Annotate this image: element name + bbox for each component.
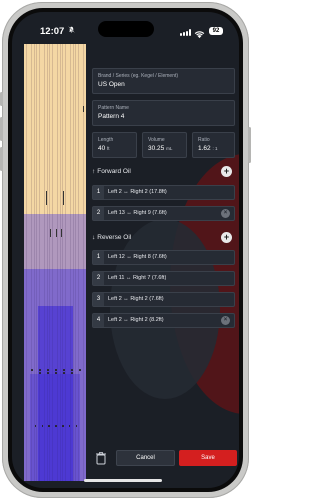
reverse-oil-row[interactable]: 1 Left 12 ↔ Right 8 (7.6ft) (92, 250, 235, 265)
plus-icon: + (223, 232, 230, 242)
wifi-icon (194, 26, 205, 44)
close-icon[interactable]: × (221, 209, 230, 218)
lane-mark (46, 191, 47, 205)
lane-mark (83, 106, 84, 112)
volume-value: 30.25 (148, 145, 165, 152)
status-bar: 12:07 92 (12, 12, 239, 44)
volume-up-button (0, 117, 3, 141)
cancel-button[interactable]: Cancel (116, 450, 175, 466)
brand-series-field[interactable]: Brand / Series (eg. Kegel / Element) US … (92, 68, 235, 94)
row-text: Left 2 ↔ Right 2 (17.8ft) (108, 189, 167, 195)
action-button (0, 92, 3, 106)
row-text: Left 2 ↔ Right 2 (8.2ft) (108, 317, 164, 323)
reverse-oil-row[interactable]: 3 Left 2 ↔ Right 2 (7.6ft) (92, 292, 235, 307)
brand-series-value: US Open (98, 81, 125, 88)
length-value-wrap: 40 ft (98, 145, 110, 152)
screen: 12:07 92 Brand / Series (eg. Kegel / Ele… (12, 12, 239, 488)
pattern-name-field[interactable]: Pattern Name Pattern 4 (92, 100, 235, 126)
length-label: Length (98, 137, 114, 143)
lane-mark (56, 229, 57, 237)
row-text: Left 11 ↔ Right 7 (7.6ft) (108, 275, 167, 281)
ratio-unit: : 1 (212, 146, 218, 151)
length-field[interactable]: Length 40 ft (92, 132, 137, 158)
save-button[interactable]: Save (179, 450, 237, 466)
ratio-field[interactable]: Ratio 1.62 : 1 (192, 132, 235, 158)
forward-oil-title: ↑ Forward Oil (92, 168, 131, 175)
home-indicator[interactable] (84, 479, 162, 482)
row-number: 2 (93, 207, 104, 220)
add-forward-oil-button[interactable]: + (221, 166, 232, 177)
lane-mark (63, 191, 64, 205)
lane-mark (50, 229, 51, 237)
battery-indicator: 92 (209, 27, 223, 35)
ratio-value: 1.62 (198, 145, 211, 152)
forward-oil-row[interactable]: 2 Left 13 ↔ Right 9 (7.6ft) × (92, 206, 235, 221)
dynamic-island (98, 21, 154, 37)
lane-arrows (28, 369, 84, 371)
reverse-oil-row[interactable]: 4 Left 2 ↔ Right 2 (8.2ft) × (92, 313, 235, 328)
row-text: Left 13 ↔ Right 9 (7.6ft) (108, 210, 167, 216)
lane-dots (32, 425, 80, 427)
plus-icon: + (223, 166, 230, 176)
close-icon[interactable]: × (221, 316, 230, 325)
add-reverse-oil-button[interactable]: + (221, 232, 232, 243)
ratio-value-wrap: 1.62 : 1 (198, 145, 217, 152)
reverse-oil-row[interactable]: 2 Left 11 ↔ Right 7 (7.6ft) (92, 271, 235, 286)
length-value: 40 (98, 145, 106, 152)
pattern-form: Brand / Series (eg. Kegel / Element) US … (90, 44, 239, 488)
trash-icon (96, 452, 106, 465)
row-number: 2 (93, 272, 104, 285)
lane-mark (61, 229, 62, 237)
phone-frame: 12:07 92 Brand / Series (eg. Kegel / Ele… (0, 2, 251, 498)
reverse-oil-title: ↓ Reverse Oil (92, 234, 131, 241)
reverse-oil-label: Reverse Oil (97, 234, 132, 241)
arrow-down-icon: ↓ (92, 234, 96, 241)
length-unit: ft (107, 146, 110, 151)
ratio-label: Ratio (198, 137, 210, 143)
bell-icon (68, 26, 75, 35)
row-number: 3 (93, 293, 104, 306)
brand-series-label: Brand / Series (eg. Kegel / Element) (98, 73, 179, 79)
volume-unit: mL (166, 146, 173, 151)
background-art (110, 219, 220, 399)
row-number: 1 (93, 186, 104, 199)
volume-value-wrap: 30.25 mL (148, 145, 172, 152)
pattern-name-label: Pattern Name (98, 105, 129, 111)
status-time: 12:07 (40, 26, 65, 37)
power-button (248, 127, 251, 163)
phone-bezel: 12:07 92 Brand / Series (eg. Kegel / Ele… (8, 8, 243, 492)
signal-icon (180, 29, 191, 36)
volume-down-button (0, 147, 3, 171)
forward-oil-row[interactable]: 1 Left 2 ↔ Right 2 (17.8ft) (92, 185, 235, 200)
row-number: 4 (93, 314, 104, 327)
arrow-up-icon: ↑ (92, 168, 96, 175)
pattern-name-value: Pattern 4 (98, 113, 125, 120)
volume-label: Volume (148, 137, 165, 143)
row-text: Left 2 ↔ Right 2 (7.6ft) (108, 296, 164, 302)
forward-oil-label: Forward Oil (97, 168, 131, 175)
lane-arrows (36, 372, 76, 374)
row-text: Left 12 ↔ Right 8 (7.6ft) (108, 254, 167, 260)
row-number: 1 (93, 251, 104, 264)
lane-board-lines (24, 44, 86, 481)
lane-oil-graphic (24, 44, 86, 481)
delete-pattern-button[interactable] (93, 450, 109, 466)
volume-field[interactable]: Volume 30.25 mL (142, 132, 187, 158)
